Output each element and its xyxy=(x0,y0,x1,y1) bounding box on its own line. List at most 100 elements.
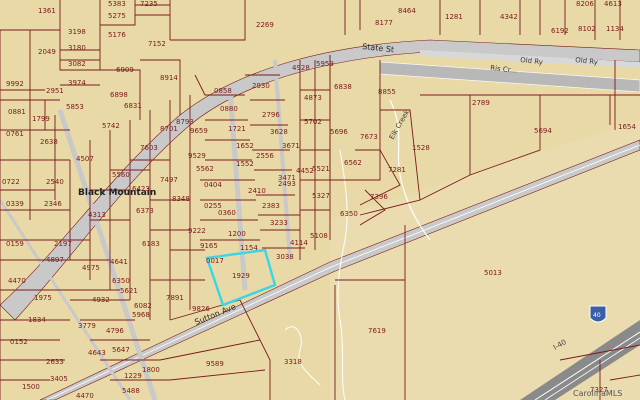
parcel-label: 5647 xyxy=(112,346,130,354)
parcel-label: 0761 xyxy=(6,130,24,138)
parcel-label: 5560 xyxy=(112,171,130,179)
parcel-label: 9165 xyxy=(200,242,218,250)
parcel-label: 8914 xyxy=(160,74,178,82)
parcel-label: 4641 xyxy=(110,258,128,266)
parcel-label: 1361 xyxy=(38,7,56,15)
parcel-label: 7619 xyxy=(368,327,386,335)
parcel-label: 6562 xyxy=(344,159,362,167)
parcel-label: 1652 xyxy=(236,142,254,150)
parcel-label: 2049 xyxy=(38,48,56,56)
parcel-label: 6350 xyxy=(340,210,358,218)
parcel-label: 5696 xyxy=(330,128,348,136)
parcel-label: 5176 xyxy=(108,31,126,39)
parcel-label: 4873 xyxy=(304,94,322,102)
parcel-label: 2410 xyxy=(248,187,266,195)
parcel-label: 1281 xyxy=(445,13,463,21)
parcel-label: 1834 xyxy=(28,316,46,324)
parcel-label: 5521 xyxy=(312,165,330,173)
parcel-label: 3233 xyxy=(270,219,288,227)
parcel-label: 1721 xyxy=(228,125,246,133)
parcel-label: 1134 xyxy=(606,25,624,33)
parcel-label: 5013 xyxy=(484,269,502,277)
parcel-label: 4313 xyxy=(88,211,106,219)
parcel-label: 9992 xyxy=(6,80,24,88)
parcel-label: 4114 xyxy=(290,239,308,247)
parcel-label: 0152 xyxy=(10,338,28,346)
parcel-label: 2346 xyxy=(44,200,62,208)
parcel-label: 2540 xyxy=(46,178,64,186)
map-credit: CarolinaMLS xyxy=(573,389,622,398)
parcel-label: 5853 xyxy=(66,103,84,111)
parcel-label: 7891 xyxy=(166,294,184,302)
parcel-label: 6350 xyxy=(112,277,130,285)
parcel-label: 1552 xyxy=(236,160,254,168)
parcel-label: 6831 xyxy=(124,102,142,110)
parcel-label: 0880 xyxy=(220,105,238,113)
parcel-label: 9659 xyxy=(190,127,208,135)
parcel-label: 1975 xyxy=(34,294,52,302)
parcel-label: 9222 xyxy=(188,227,206,235)
parcel-label: 3779 xyxy=(78,322,96,330)
parcel-label: 0404 xyxy=(204,181,222,189)
parcel-label: 2269 xyxy=(256,21,274,29)
parcel-label: 4975 xyxy=(82,264,100,272)
parcel-label: 5742 xyxy=(102,122,120,130)
parcel-label: 8348 xyxy=(172,195,190,203)
parcel-label: 5488 xyxy=(122,387,140,395)
parcel-label: 9826 xyxy=(192,305,210,313)
parcel-label: 7497 xyxy=(160,176,178,184)
parcel-label: 4613 xyxy=(604,0,622,8)
interstate-shield-number: 40 xyxy=(593,312,601,319)
parcel-label: 3671 xyxy=(282,142,300,150)
parcel-label: 2633 xyxy=(46,358,64,366)
parcel-label: 2556 xyxy=(256,152,274,160)
parcel-label: 8102 xyxy=(578,25,596,33)
parcel-label: 1229 xyxy=(124,372,142,380)
parcel-label: 6898 xyxy=(110,91,128,99)
parcel-label: 8855 xyxy=(378,88,396,96)
parcel-label: 3038 xyxy=(276,253,294,261)
parcel-label: 5108 xyxy=(310,232,328,240)
parcel-label: 4470 xyxy=(76,392,94,400)
parcel-label: 5275 xyxy=(108,12,126,20)
parcel-label: 6909 xyxy=(116,66,134,74)
parcel-label: 8464 xyxy=(398,7,416,15)
parcel-label: 5959 xyxy=(316,60,334,68)
parcel-label: 2493 xyxy=(278,180,296,188)
parcel-label: 2197 xyxy=(54,240,72,248)
creek-loop xyxy=(284,326,321,386)
parcel-label: 2383 xyxy=(262,202,280,210)
parcel-label: 1528 xyxy=(412,144,430,152)
parcel-label: 2951 xyxy=(46,87,64,95)
parcel-label: 4470 xyxy=(8,277,26,285)
parcel-label: 1800 xyxy=(142,366,160,374)
subject-parcel-label: 1929 xyxy=(232,272,250,280)
parcel-label: 0017 xyxy=(206,257,224,265)
parcel-label: 8206 xyxy=(576,0,594,8)
elk-creek-label: Elk Creek xyxy=(388,108,412,141)
parcel-label: 2789 xyxy=(472,99,490,107)
parcel-label: 1154 xyxy=(240,244,258,252)
parcel-label: 0159 xyxy=(6,240,24,248)
parcel-label: 0339 xyxy=(6,200,24,208)
parcel-label: 3318 xyxy=(284,358,302,366)
parcel-map[interactable]: State St Sutton Ave Elk Creek Old Ry Old… xyxy=(0,0,640,400)
parcel-label: 4643 xyxy=(88,349,106,357)
parcel-label: 4928 xyxy=(292,64,310,72)
parcel-label: 6373 xyxy=(136,207,154,215)
parcel-label: 7396 xyxy=(370,193,388,201)
upper-right-label: Old Ry xyxy=(575,56,598,66)
parcel-label: 7152 xyxy=(148,40,166,48)
parcel-label: 2930 xyxy=(252,82,270,90)
parcel-label: 3180 xyxy=(68,44,86,52)
interstate-shield-icon: 40 xyxy=(589,305,607,323)
parcel-label: 3974 xyxy=(68,79,86,87)
parcel-label: 4932 xyxy=(92,296,110,304)
parcel-label: 7603 xyxy=(140,144,158,152)
parcel-label: 5383 xyxy=(108,0,126,8)
parcel-label: 9529 xyxy=(188,152,206,160)
parcel-label: 3198 xyxy=(68,28,86,36)
parcel-label: 9589 xyxy=(206,360,224,368)
parcel-label: 0722 xyxy=(2,178,20,186)
parcel-label: 4507 xyxy=(76,155,94,163)
